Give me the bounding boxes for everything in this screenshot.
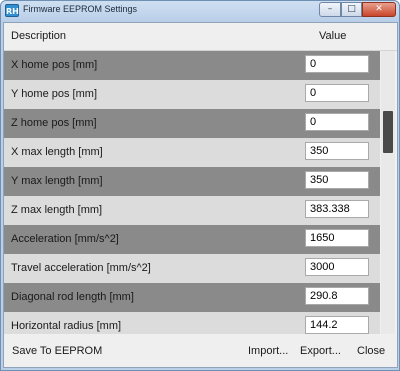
settings-table: X home pos [mm] Y home pos [mm] Z home p… <box>4 51 380 334</box>
setting-value-input[interactable] <box>305 258 369 276</box>
table-row: Y max length [mm] <box>4 167 380 196</box>
eeprom-settings-window: RH Firmware EEPROM Settings – □ ✕ Descri… <box>0 0 400 371</box>
setting-label: X home pos [mm] <box>11 59 98 71</box>
dialog-footer: Save To EEPROM Import... Export... Close <box>4 335 397 367</box>
close-button[interactable]: Close <box>357 345 385 357</box>
setting-label: Z max length [mm] <box>11 204 103 216</box>
save-to-eeprom-button[interactable]: Save To EEPROM <box>12 345 102 357</box>
setting-value-input[interactable] <box>305 316 369 334</box>
setting-label: Acceleration [mm/s^2] <box>11 233 119 245</box>
table-row: Z max length [mm] <box>4 196 380 225</box>
setting-value-input[interactable] <box>305 171 369 189</box>
setting-value-input[interactable] <box>305 287 369 305</box>
setting-label: Diagonal rod length [mm] <box>11 291 134 303</box>
table-row: Horizontal radius [mm] <box>4 312 380 334</box>
setting-value-input[interactable] <box>305 55 369 73</box>
setting-value-input[interactable] <box>305 84 369 102</box>
table-row: Acceleration [mm/s^2] <box>4 225 380 254</box>
table-row: Z home pos [mm] <box>4 109 380 138</box>
setting-value-input[interactable] <box>305 113 369 131</box>
table-row: X home pos [mm] <box>4 51 380 80</box>
export-button[interactable]: Export... <box>300 345 341 357</box>
maximize-button[interactable]: □ <box>341 2 362 17</box>
setting-label: Travel acceleration [mm/s^2] <box>11 262 151 274</box>
window-title: Firmware EEPROM Settings <box>23 4 138 14</box>
table-row: Diagonal rod length [mm] <box>4 283 380 312</box>
table-row: Travel acceleration [mm/s^2] <box>4 254 380 283</box>
import-button[interactable]: Import... <box>248 345 288 357</box>
value-column-header[interactable]: Value <box>319 30 346 42</box>
setting-value-input[interactable] <box>305 229 369 247</box>
setting-label: Horizontal radius [mm] <box>11 320 122 332</box>
scrollbar-thumb[interactable] <box>383 111 393 153</box>
setting-value-input[interactable] <box>305 142 369 160</box>
table-header: Description Value <box>4 23 397 51</box>
table-row: X max length [mm] <box>4 138 380 167</box>
setting-label: Y max length [mm] <box>11 175 103 187</box>
setting-label: X max length [mm] <box>11 146 103 158</box>
setting-label: Z home pos [mm] <box>11 117 97 129</box>
setting-label: Y home pos [mm] <box>11 88 97 100</box>
dialog-body: Description Value X home pos [mm] Y home… <box>3 22 398 368</box>
app-icon: RH <box>5 4 19 17</box>
close-window-button[interactable]: ✕ <box>362 2 396 17</box>
minimize-button[interactable]: – <box>319 2 341 17</box>
title-bar[interactable]: RH Firmware EEPROM Settings – □ ✕ <box>1 1 399 21</box>
table-row: Y home pos [mm] <box>4 80 380 109</box>
description-column-header[interactable]: Description <box>11 30 66 42</box>
setting-value-input[interactable] <box>305 200 369 218</box>
vertical-scrollbar[interactable] <box>381 51 395 334</box>
